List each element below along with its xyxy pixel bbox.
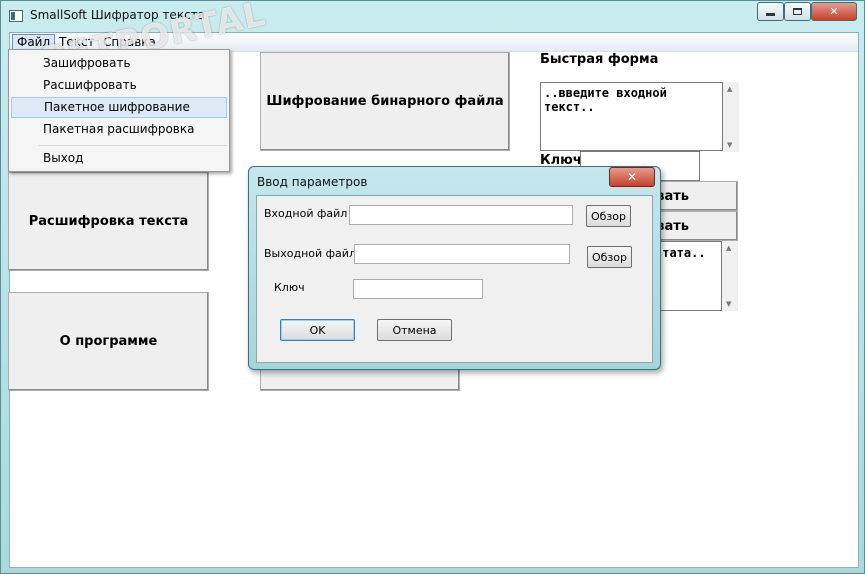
dialog-key-label: Ключ <box>274 281 305 294</box>
input-text: ..введите входной текст.. <box>544 86 667 114</box>
scroll-down-icon: ▼ <box>726 300 732 308</box>
about-button[interactable]: О программе <box>8 292 209 391</box>
result-scrollbar[interactable]: ▲ ▼ <box>722 241 738 311</box>
decrypt-text-button[interactable]: Расшифровка текста <box>8 172 209 271</box>
browse-output-button[interactable]: Обзор <box>587 246 632 268</box>
quick-form-label: Быстрая форма <box>540 52 659 67</box>
minimize-button[interactable] <box>757 2 784 21</box>
maximize-button[interactable] <box>784 2 811 21</box>
menu-item-batch-encrypt[interactable]: Пакетное шифрование <box>11 97 227 118</box>
parameters-dialog: Ввод параметров ✕ Входной файл Обзор Вых… <box>248 166 661 370</box>
scroll-up-icon: ▲ <box>726 244 732 252</box>
file-menu-dropdown: Зашифровать Расшифровать Пакетное шифров… <box>8 49 230 172</box>
menu-item-decrypt[interactable]: Расшифровать <box>11 75 227 96</box>
input-file-label: Входной файл <box>264 207 348 220</box>
close-icon: ✕ <box>626 170 638 184</box>
scroll-down-icon: ▼ <box>727 141 733 149</box>
input-scrollbar[interactable]: ▲ ▼ <box>723 82 739 152</box>
dialog-body: Входной файл Обзор Выходной файл Обзор К… <box>256 195 653 363</box>
menu-item-exit[interactable]: Выход <box>11 148 227 169</box>
menu-item-batch-decrypt[interactable]: Пакетная расшифровка <box>11 119 227 140</box>
ok-button[interactable]: OK <box>280 319 355 341</box>
app-icon <box>9 10 23 22</box>
binary-encrypt-button[interactable]: Шифрование бинарного файла <box>260 52 510 151</box>
cancel-button[interactable]: Отмена <box>377 319 452 341</box>
dialog-title: Ввод параметров <box>257 175 368 189</box>
menu-item-encrypt[interactable]: Зашифровать <box>11 53 227 74</box>
output-file-field[interactable] <box>354 244 570 264</box>
minimize-icon <box>766 13 775 16</box>
dialog-key-field[interactable] <box>353 279 483 299</box>
dialog-close-button[interactable]: ✕ <box>609 167 655 187</box>
menu-separator <box>39 145 227 146</box>
close-button[interactable]: ✕ <box>811 2 857 21</box>
scroll-up-icon: ▲ <box>727 85 733 93</box>
output-file-label: Выходной файл <box>264 247 356 260</box>
input-file-field[interactable] <box>349 205 573 225</box>
browse-input-button[interactable]: Обзор <box>586 205 631 227</box>
close-icon: ✕ <box>829 5 839 18</box>
input-text-area[interactable]: ..введите входной текст.. ▲ ▼ <box>540 82 739 152</box>
result-text: ьтата.. <box>655 246 706 260</box>
maximize-icon <box>793 8 802 15</box>
